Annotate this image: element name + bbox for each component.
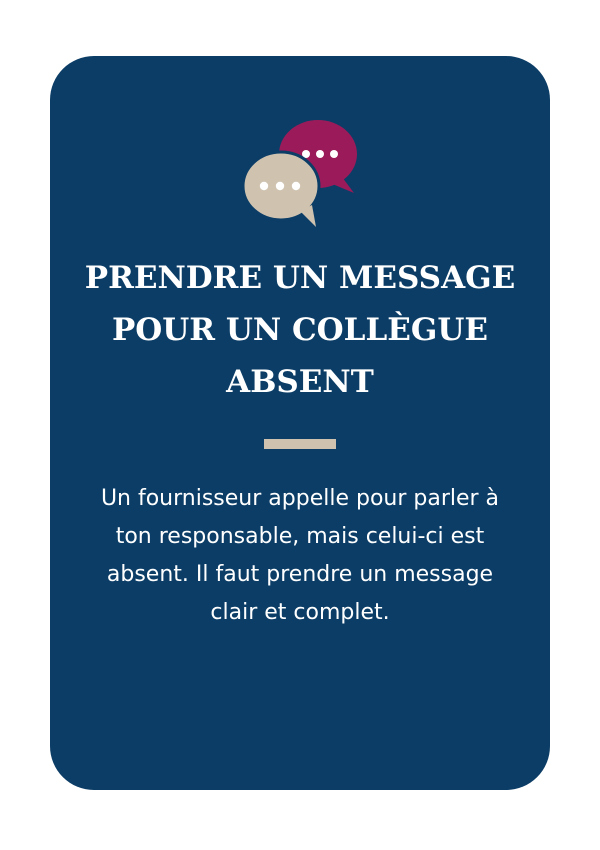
card-title: PRENDRE UN MESSAGE POUR UN COLLÈGUE ABSE… (84, 260, 516, 400)
card-description: Un fournisseur appelle pour parler à ton… (100, 486, 500, 625)
title-divider (264, 439, 336, 449)
chat-bubbles-icon (242, 120, 357, 227)
front-speech-bubble (242, 150, 321, 227)
